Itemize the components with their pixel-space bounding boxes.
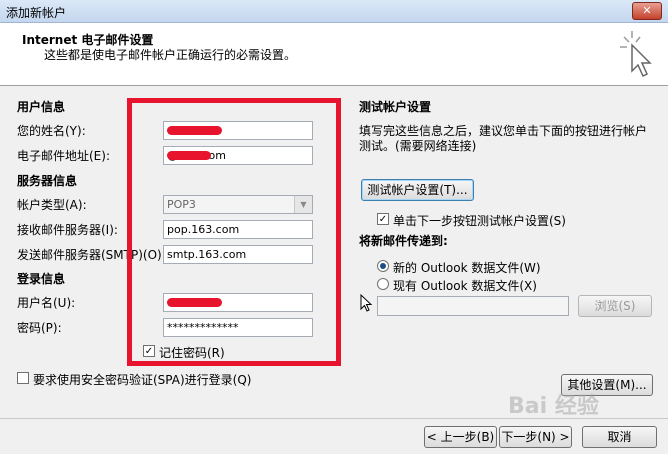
auto-test-label: 单击下一步按钮测试帐户设置(S) — [393, 214, 566, 228]
section-deliver-to: 将新邮件传递到: — [359, 234, 448, 248]
header-subtitle: 这些都是使电子邮件帐户正确运行的必需设置。 — [44, 48, 297, 62]
mouse-pointer-icon — [360, 294, 372, 312]
new-data-file-radio[interactable] — [377, 260, 389, 272]
dialog-header: Internet 电子邮件设置 这些都是使电子邮件帐户正确运行的必需设置。 — [0, 23, 668, 86]
window-title: 添加新帐户 — [6, 6, 67, 20]
spa-checkbox[interactable] — [17, 372, 29, 384]
cancel-button[interactable]: 取消 — [582, 426, 657, 448]
highlight-annotation-box — [127, 98, 341, 366]
new-data-file-label: 新的 Outlook 数据文件(W) — [393, 261, 541, 275]
back-button[interactable]: < 上一步(B) — [424, 426, 497, 448]
incoming-server-label: 接收邮件服务器(I): — [17, 223, 118, 237]
spa-label: 要求使用安全密码验证(SPA)进行登录(Q) — [33, 373, 252, 387]
section-login-info: 登录信息 — [17, 272, 66, 286]
email-label: 电子邮件地址(E): — [17, 149, 110, 163]
watermark: Bai 经验 — [508, 394, 599, 419]
test-account-button[interactable]: 测试帐户设置(T)... — [361, 179, 474, 201]
section-test-account: 测试帐户设置 — [359, 100, 432, 114]
close-button[interactable]: ✕ — [632, 2, 662, 20]
footer-divider — [0, 418, 668, 419]
account-type-label: 帐户类型(A): — [17, 198, 87, 212]
browse-button[interactable]: 浏览(S) — [578, 295, 652, 317]
existing-data-file-label: 现有 Outlook 数据文件(X) — [393, 279, 537, 293]
existing-data-file-radio[interactable] — [377, 278, 389, 290]
section-server-info: 服务器信息 — [17, 174, 78, 188]
cursor-click-icon — [620, 31, 652, 78]
title-bar: 添加新帐户 ✕ — [0, 0, 668, 23]
next-button[interactable]: 下一步(N) > — [499, 426, 572, 448]
password-label: 密码(P): — [17, 321, 62, 335]
username-label: 用户名(U): — [17, 296, 76, 310]
data-file-path-input[interactable] — [377, 296, 569, 316]
name-label: 您的姓名(Y): — [17, 124, 86, 138]
test-description-line2: 测试。(需要网络连接) — [359, 139, 477, 153]
auto-test-checkbox[interactable]: ✓ — [377, 213, 389, 225]
section-user-info: 用户信息 — [17, 100, 66, 114]
